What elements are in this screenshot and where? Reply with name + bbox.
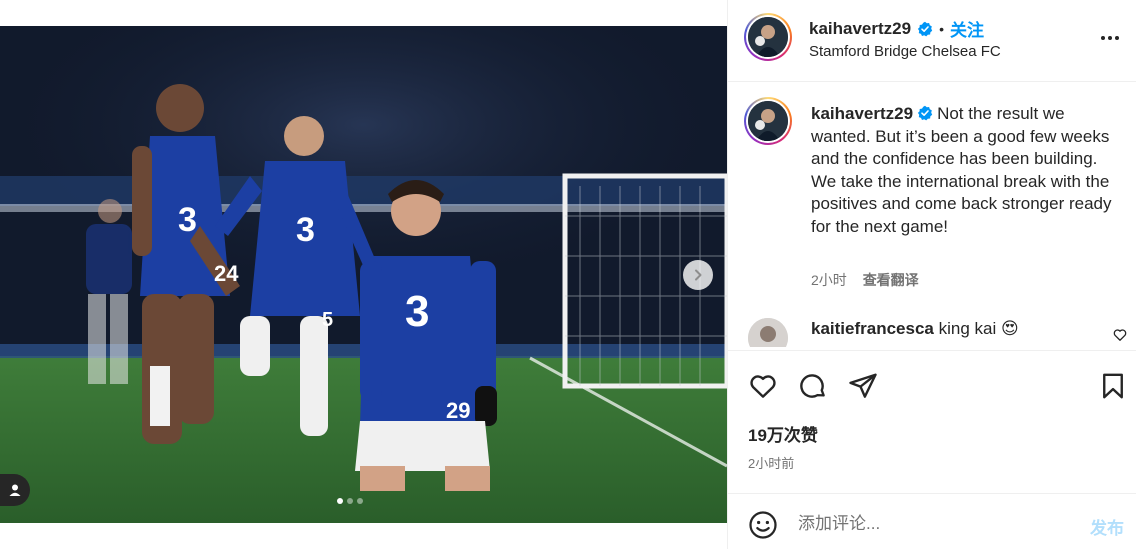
see-translation-button[interactable]: 查看翻译 (863, 272, 919, 288)
svg-text:3: 3 (405, 287, 429, 336)
jersey-number-5: 5 (322, 309, 333, 331)
post-side-panel: kaihavertz29 • 关注 Stamford Bridge Chelse… (727, 0, 1136, 549)
comment-like-heart-icon[interactable] (1113, 328, 1127, 342)
add-comment-bar: 发布 (728, 493, 1136, 549)
comment-text: king kai (938, 319, 997, 338)
more-options-button[interactable] (1098, 26, 1122, 50)
post-caption: kaihavertz29 Not the result we wanted. B… (811, 103, 1121, 238)
comment-emoji: 😍 (1000, 319, 1019, 338)
svg-text:3: 3 (178, 201, 197, 239)
user-tag-icon (9, 484, 21, 496)
carousel-dot (347, 498, 353, 504)
media-pane: 24 3 5 3 3 29 (0, 0, 727, 549)
post-photo[interactable]: 24 3 5 3 3 29 (0, 26, 727, 523)
carousel-dot (357, 498, 363, 504)
post-location[interactable]: Stamford Bridge Chelsea FC (809, 43, 1001, 60)
jersey-number-24: 24 (214, 261, 239, 286)
instagram-post-view: 24 3 5 3 3 29 kaihavertz29 • 关注 Stamford… (0, 0, 1136, 549)
svg-text:3: 3 (296, 211, 315, 249)
share-send-icon[interactable] (848, 371, 878, 401)
like-heart-icon[interactable] (748, 371, 778, 401)
caption-username[interactable]: kaihavertz29 (811, 104, 913, 123)
chevron-right-icon (695, 269, 702, 281)
post-timestamp[interactable]: 2小时前 (748, 453, 794, 472)
caption-text: Not the result we wanted. But it’s been … (811, 104, 1112, 236)
save-bookmark-icon[interactable] (1098, 371, 1128, 401)
verified-badge-icon (917, 21, 933, 36)
comment-line: kaitiefrancesca king kai 😍 (811, 319, 1019, 339)
caption-time: 2小时 (811, 272, 847, 288)
verified-badge-icon (917, 105, 933, 121)
commenter-avatar[interactable] (748, 318, 788, 347)
comment-bubble-icon[interactable] (798, 371, 828, 401)
follow-button[interactable]: 关注 (950, 16, 984, 41)
post-comment-button[interactable]: 发布 (1090, 514, 1124, 539)
comment-input[interactable] (798, 509, 1078, 539)
likes-count[interactable]: 19万次赞 (748, 421, 818, 446)
emoji-smiley-icon[interactable] (748, 510, 778, 540)
post-actions-section: 19万次赞 2小时前 发布 (728, 350, 1136, 549)
header-user-line: kaihavertz29 • 关注 (809, 16, 984, 41)
commenter-username[interactable]: kaitiefrancesca (811, 319, 934, 338)
carousel-indicator (337, 498, 363, 504)
more-horizontal-icon (1101, 36, 1105, 40)
next-slide-button[interactable] (683, 260, 713, 290)
author-avatar[interactable] (744, 13, 792, 61)
caption-meta: 2小时 查看翻译 (811, 270, 919, 290)
separator-dot: • (939, 20, 944, 37)
caption-author-avatar[interactable] (744, 97, 792, 145)
post-header: kaihavertz29 • 关注 Stamford Bridge Chelse… (728, 0, 1136, 82)
author-username[interactable]: kaihavertz29 (809, 19, 911, 39)
comment-item: kaitiefrancesca king kai 😍 (728, 315, 1136, 347)
carousel-dot-active (337, 498, 343, 504)
jersey-number-29: 29 (446, 398, 470, 423)
